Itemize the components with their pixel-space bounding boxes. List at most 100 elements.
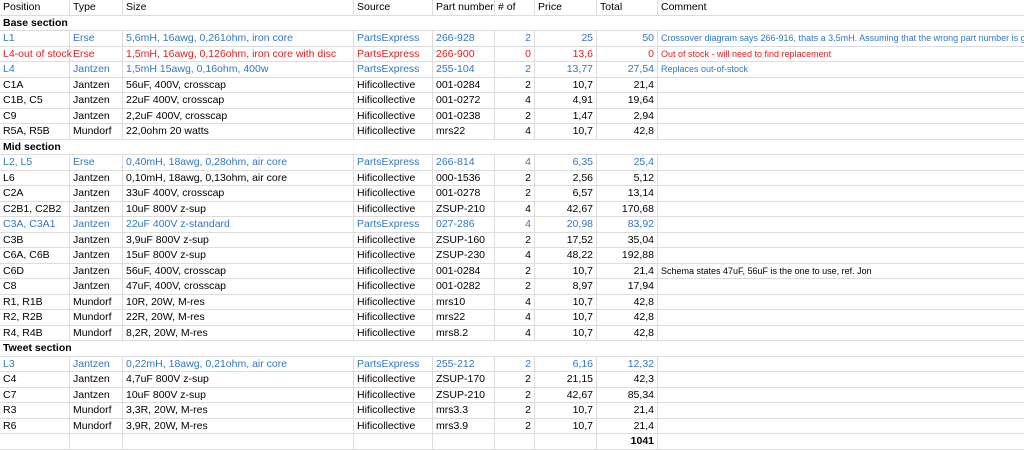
position-cell[interactable]: R1, R1B xyxy=(0,294,70,310)
empty-cell[interactable] xyxy=(70,434,123,449)
source-cell[interactable]: Hificollective xyxy=(354,372,433,387)
source-cell[interactable]: Hificollective xyxy=(354,108,433,124)
count-cell[interactable]: 4 xyxy=(495,155,535,170)
count-cell[interactable]: 2 xyxy=(495,263,535,279)
comment-cell[interactable] xyxy=(658,109,1024,124)
header-source[interactable]: Source xyxy=(354,0,433,15)
header-position[interactable]: Position xyxy=(0,0,70,15)
source-cell[interactable]: Hificollective xyxy=(354,232,433,248)
type-cell[interactable]: Jantzen xyxy=(70,279,123,294)
price-cell[interactable]: 42,67 xyxy=(535,201,597,217)
comment-cell[interactable] xyxy=(658,202,1024,217)
price-cell[interactable]: 17,52 xyxy=(535,232,597,248)
total-cell[interactable]: 5,12 xyxy=(597,170,658,186)
size-cell[interactable]: 33uF 400V, crosscap xyxy=(123,186,354,201)
size-cell[interactable]: 10uF 800V z-sup xyxy=(123,387,354,403)
price-cell[interactable]: 10,7 xyxy=(535,403,597,418)
total-cell[interactable]: 25,4 xyxy=(597,155,658,170)
type-cell[interactable]: Jantzen xyxy=(70,356,123,372)
price-cell[interactable]: 42,67 xyxy=(535,387,597,403)
price-cell[interactable]: 10,7 xyxy=(535,418,597,434)
comment-cell[interactable] xyxy=(658,93,1024,108)
comment-cell[interactable] xyxy=(658,248,1024,263)
comment-cell[interactable] xyxy=(658,295,1024,310)
price-cell[interactable]: 21,15 xyxy=(535,372,597,387)
position-cell[interactable]: L2, L5 xyxy=(0,155,70,170)
source-cell[interactable]: PartsExpress xyxy=(354,31,433,46)
count-cell[interactable]: 4 xyxy=(495,217,535,232)
size-cell[interactable]: 1,5mH 15awg, 0,16ohm, 400w xyxy=(123,62,354,77)
part-number-cell[interactable]: mrs22 xyxy=(433,310,495,325)
price-cell[interactable]: 10,7 xyxy=(535,310,597,325)
size-cell[interactable]: 0,10mH, 18awg, 0,13ohm, air core xyxy=(123,170,354,186)
part-number-cell[interactable]: ZSUP-210 xyxy=(433,387,495,403)
total-cell[interactable]: 83,92 xyxy=(597,217,658,232)
count-cell[interactable]: 4 xyxy=(495,93,535,108)
part-number-cell[interactable]: 001-0282 xyxy=(433,279,495,294)
comment-cell[interactable] xyxy=(658,403,1024,418)
position-cell[interactable]: C2A xyxy=(0,186,70,201)
count-cell[interactable]: 4 xyxy=(495,325,535,341)
part-number-cell[interactable]: ZSUP-170 xyxy=(433,372,495,387)
total-cell[interactable]: 21,4 xyxy=(597,263,658,279)
price-cell[interactable]: 13,77 xyxy=(535,62,597,77)
total-cell[interactable]: 2,94 xyxy=(597,108,658,124)
total-cell[interactable]: 12,32 xyxy=(597,356,658,372)
source-cell[interactable]: Hificollective xyxy=(354,387,433,403)
total-cell[interactable]: 27,54 xyxy=(597,62,658,77)
count-cell[interactable]: 2 xyxy=(495,418,535,434)
grand-total-cell[interactable]: 1041 xyxy=(597,434,658,449)
comment-cell[interactable] xyxy=(658,419,1024,434)
count-cell[interactable]: 2 xyxy=(495,31,535,46)
type-cell[interactable]: Jantzen xyxy=(70,201,123,217)
header-part-number[interactable]: Part number xyxy=(433,0,495,15)
type-cell[interactable]: Mundorf xyxy=(70,310,123,325)
section-title[interactable]: Mid section xyxy=(0,140,70,155)
position-cell[interactable]: C3A, C3A1 xyxy=(0,217,70,232)
comment-cell[interactable] xyxy=(658,310,1024,325)
count-cell[interactable]: 2 xyxy=(495,170,535,186)
size-cell[interactable]: 0,22mH, 18awg, 0,21ohm, air core xyxy=(123,356,354,372)
count-cell[interactable]: 2 xyxy=(495,356,535,372)
price-cell[interactable]: 6,16 xyxy=(535,356,597,372)
source-cell[interactable]: Hificollective xyxy=(354,310,433,325)
count-cell[interactable]: 0 xyxy=(495,46,535,62)
comment-cell[interactable] xyxy=(658,217,1024,232)
size-cell[interactable]: 22,0ohm 20 watts xyxy=(123,124,354,139)
price-cell[interactable]: 8,97 xyxy=(535,279,597,294)
type-cell[interactable]: Mundorf xyxy=(70,325,123,341)
count-cell[interactable]: 2 xyxy=(495,186,535,201)
part-number-cell[interactable]: 000-1536 xyxy=(433,170,495,186)
size-cell[interactable]: 3,9R, 20W, M-res xyxy=(123,418,354,434)
header-price[interactable]: Price xyxy=(535,0,597,15)
part-number-cell[interactable]: 001-0278 xyxy=(433,186,495,201)
header-type[interactable]: Type xyxy=(70,0,123,15)
price-cell[interactable]: 10,7 xyxy=(535,124,597,139)
source-cell[interactable]: Hificollective xyxy=(354,325,433,341)
comment-cell[interactable] xyxy=(658,357,1024,372)
size-cell[interactable]: 8,2R, 20W, M-res xyxy=(123,325,354,341)
size-cell[interactable]: 1,5mH, 16awg, 0,126ohm, iron core with d… xyxy=(123,46,354,62)
part-number-cell[interactable]: 266-814 xyxy=(433,155,495,170)
comment-cell[interactable] xyxy=(658,372,1024,387)
comment-cell[interactable] xyxy=(658,78,1024,93)
comment-cell[interactable] xyxy=(658,326,1024,341)
position-cell[interactable]: C1B, C5 xyxy=(0,93,70,108)
position-cell[interactable]: C6A, C6B xyxy=(0,248,70,263)
source-cell[interactable]: Hificollective xyxy=(354,170,433,186)
position-cell[interactable]: R3 xyxy=(0,403,70,418)
header-count[interactable]: # of xyxy=(495,0,535,15)
type-cell[interactable]: Mundorf xyxy=(70,403,123,418)
source-cell[interactable]: Hificollective xyxy=(354,124,433,139)
header-comment[interactable]: Comment xyxy=(658,0,1024,15)
source-cell[interactable]: Hificollective xyxy=(354,294,433,310)
position-cell[interactable]: R5A, R5B xyxy=(0,124,70,139)
type-cell[interactable]: Mundorf xyxy=(70,124,123,139)
price-cell[interactable]: 10,7 xyxy=(535,325,597,341)
count-cell[interactable]: 2 xyxy=(495,108,535,124)
type-cell[interactable]: Jantzen xyxy=(70,186,123,201)
type-cell[interactable]: Jantzen xyxy=(70,372,123,387)
position-cell[interactable]: L4 xyxy=(0,62,70,77)
position-cell[interactable]: C8 xyxy=(0,279,70,294)
part-number-cell[interactable]: 001-0284 xyxy=(433,263,495,279)
